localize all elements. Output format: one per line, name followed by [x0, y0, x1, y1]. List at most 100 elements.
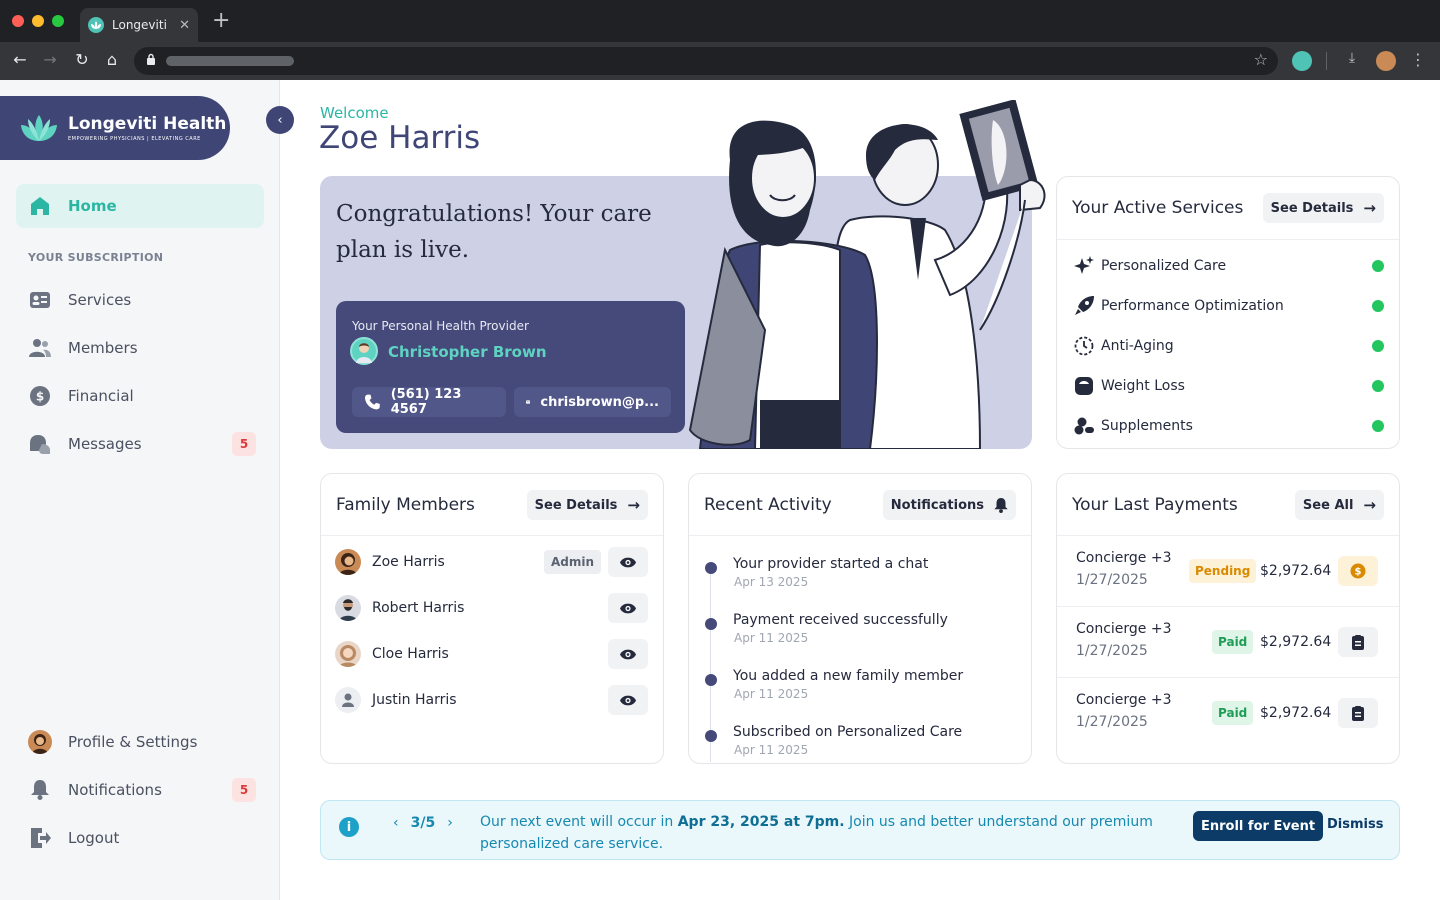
view-member-button[interactable]	[608, 547, 648, 577]
service-label: Personalized Care	[1101, 258, 1227, 274]
url-text	[166, 56, 294, 66]
receipt-icon	[1352, 705, 1364, 721]
avatar	[335, 641, 361, 667]
status-dot	[1372, 420, 1384, 432]
member-name: Robert Harris	[372, 600, 465, 616]
recent-activity-title: Recent Activity	[704, 495, 832, 515]
bookmark-star-icon[interactable]: ☆	[1254, 50, 1268, 69]
payment-amount: $2,972.64	[1260, 563, 1332, 579]
provider-email: chrisbrown@p...	[540, 394, 659, 410]
payments-see-all-button[interactable]: See All →	[1294, 490, 1384, 520]
dollar-coin-icon: $	[1350, 563, 1366, 579]
sidebar-item-messages[interactable]: Messages 5	[16, 424, 264, 464]
lotus-logo-icon	[21, 115, 57, 141]
tab-close-icon[interactable]: ✕	[179, 18, 190, 33]
member-name: Zoe Harris	[372, 554, 445, 570]
brand-name: Longeviti Health	[68, 114, 227, 134]
messages-icon	[28, 432, 52, 456]
payment-date: 1/27/2025	[1076, 572, 1148, 588]
status-badge-paid: Paid	[1212, 701, 1254, 725]
sidebar-item-label: Logout	[68, 829, 120, 847]
sidebar-item-profile-settings[interactable]: Profile & Settings	[16, 722, 264, 762]
collapse-sidebar-button[interactable]: ‹	[266, 106, 294, 134]
status-dot	[1372, 260, 1384, 272]
sidebar-item-label: Members	[68, 339, 138, 357]
sidebar-item-label: Messages	[68, 435, 142, 453]
services-see-details-button[interactable]: See Details →	[1262, 193, 1384, 223]
bell-icon	[28, 778, 52, 802]
sidebar-item-label: Financial	[68, 387, 134, 405]
family-members-card: Family Members See Details → Zoe Harris A…	[320, 473, 664, 764]
reload-icon[interactable]: ↻	[72, 50, 92, 69]
activity-text: Your provider started a chat	[733, 556, 929, 572]
address-bar[interactable]: ☆	[134, 47, 1278, 75]
last-payments-title: Your Last Payments	[1072, 495, 1238, 515]
activity-item: Your provider started a chat Apr 13 2025	[705, 556, 928, 589]
provider-name-link[interactable]: Christopher Brown	[388, 343, 547, 361]
view-member-button[interactable]	[608, 593, 648, 623]
logout-icon	[28, 826, 52, 850]
member-name: Cloe Harris	[372, 646, 449, 662]
dollar-icon: $	[28, 384, 52, 408]
sidebar: Longeviti Health EMPOWERING PHYSICIANS |…	[0, 80, 280, 900]
timeline-dot	[705, 618, 717, 630]
sidebar-item-services[interactable]: Services	[16, 280, 264, 320]
sidebar-item-label: Services	[68, 291, 132, 309]
chevron-right-icon[interactable]: ›	[447, 815, 453, 831]
timeline-dot	[705, 674, 717, 686]
clock-icon	[1073, 335, 1095, 357]
brand-logo[interactable]: Longeviti Health EMPOWERING PHYSICIANS |…	[0, 96, 230, 160]
sidebar-item-home[interactable]: Home	[16, 184, 264, 228]
brand-tagline: EMPOWERING PHYSICIANS | ELEVATING CARE	[68, 136, 201, 142]
card-divider	[1057, 239, 1399, 240]
button-label: See Details	[1270, 200, 1354, 216]
view-member-button[interactable]	[608, 639, 648, 669]
back-icon[interactable]: ←	[10, 50, 30, 69]
family-see-details-button[interactable]: See Details →	[526, 490, 648, 520]
chevron-left-icon[interactable]: ‹	[393, 815, 399, 831]
download-icon[interactable]: ⤓	[1342, 50, 1362, 66]
sidebar-item-members[interactable]: Members	[16, 328, 264, 368]
home-icon[interactable]: ⌂	[102, 50, 122, 69]
profile-avatar[interactable]	[1376, 51, 1396, 71]
event-message: Our next event will occur in Apr 23, 202…	[480, 811, 1170, 855]
new-tab-button[interactable]: +	[212, 10, 230, 32]
browser-toolbar: ← → ↻ ⌂ ☆ ⤓ ⋮	[0, 42, 1440, 80]
provider-email-button[interactable]: chrisbrown@p...	[514, 387, 671, 417]
status-dot	[1372, 300, 1384, 312]
sidebar-item-financial[interactable]: $ Financial	[16, 376, 264, 416]
view-member-button[interactable]	[608, 685, 648, 715]
messages-badge: 5	[232, 432, 256, 456]
forward-icon[interactable]: →	[40, 50, 60, 69]
service-label: Weight Loss	[1101, 378, 1185, 394]
enroll-event-button[interactable]: Enroll for Event	[1193, 811, 1324, 841]
window-controls	[12, 15, 64, 27]
dismiss-button[interactable]: Dismiss	[1327, 817, 1383, 832]
activity-date: Apr 11 2025	[734, 687, 809, 701]
extension-icon[interactable]	[1292, 51, 1312, 71]
chevron-left-icon: ‹	[277, 112, 283, 128]
family-member-row: Justin Harris	[335, 687, 457, 713]
eye-icon	[620, 649, 636, 659]
last-payments-card: Your Last Payments See All → Concierge +3…	[1056, 473, 1400, 764]
svg-text:$: $	[36, 390, 44, 404]
pay-now-button[interactable]: $	[1338, 556, 1378, 586]
maximize-window-button[interactable]	[52, 15, 64, 27]
sidebar-item-logout[interactable]: Logout	[16, 818, 264, 858]
browser-tab[interactable]: Longeviti ✕	[80, 8, 198, 42]
provider-phone-button[interactable]: (561) 123 4567	[352, 387, 506, 417]
menu-icon[interactable]: ⋮	[1408, 50, 1428, 69]
close-window-button[interactable]	[12, 15, 24, 27]
service-item: Anti-Aging	[1073, 335, 1174, 357]
notifications-button[interactable]: Notifications	[882, 490, 1016, 520]
payment-title: Concierge +3	[1076, 692, 1172, 708]
minimize-window-button[interactable]	[32, 15, 44, 27]
receipt-button[interactable]	[1338, 698, 1378, 728]
banner-pager: ‹ 3/5 ›	[393, 815, 453, 831]
sidebar-item-notifications[interactable]: Notifications 5	[16, 770, 264, 810]
receipt-button[interactable]	[1338, 627, 1378, 657]
active-services-card: Your Active Services See Details → Person…	[1056, 176, 1400, 449]
doctor-patient-illustration	[688, 100, 1046, 449]
button-label: See Details	[534, 497, 618, 513]
timeline-dot	[705, 562, 717, 574]
